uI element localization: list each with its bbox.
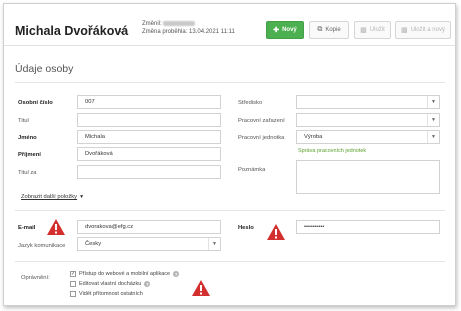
floppy-icon: ▩ bbox=[360, 27, 367, 34]
help-icon[interactable]: ? bbox=[173, 271, 180, 277]
permission-edit-attendance-label: Editovat vlastní docházku bbox=[79, 281, 142, 287]
person-detail-window: Michala Dvořáková ⌄ Změnil: Změna proběh… bbox=[3, 3, 456, 306]
permission-web-mobile[interactable]: ✓ Přístup do webové a mobilní aplikace ? bbox=[70, 271, 180, 277]
personal-number-label: Osobní číslo bbox=[18, 100, 53, 106]
more-divider bbox=[15, 210, 445, 211]
save-new-button[interactable]: ▩ Uložit a nový bbox=[395, 21, 451, 39]
permission-web-mobile-label: Přístup do webové a mobilní aplikace bbox=[79, 271, 171, 277]
title-field[interactable] bbox=[77, 113, 221, 127]
unit-management-link[interactable]: Správa pracovních jednotek bbox=[298, 148, 366, 154]
save-new-button-label: Uložit a nový bbox=[410, 27, 445, 33]
chevron-down-icon: ▼ bbox=[427, 131, 439, 143]
copy-button-label: Kopie bbox=[325, 27, 341, 33]
permission-see-presence[interactable]: Vidět přítomnost ostatních bbox=[70, 291, 143, 297]
changed-date: Změna proběhla: 13.04.2021 11:11 bbox=[142, 29, 235, 35]
unit-select[interactable]: Výroba ▼ bbox=[296, 130, 440, 144]
unit-value: Výroba bbox=[304, 134, 323, 140]
position-label: Pracovní zařazení bbox=[238, 118, 285, 124]
language-label: Jazyk komunikace bbox=[18, 243, 66, 249]
show-more-items-label: Zobrazit další položky bbox=[21, 194, 78, 200]
chevron-down-icon: ▼ bbox=[427, 114, 439, 126]
save-button[interactable]: ▩ Uložit bbox=[354, 21, 391, 39]
section-title: Údaje osoby bbox=[15, 63, 74, 75]
chevron-down-icon: ▼ bbox=[208, 238, 220, 250]
chevron-down-icon: ▼ bbox=[427, 96, 439, 108]
password-field[interactable]: •••••••••• bbox=[296, 220, 440, 234]
email-label: E-mail bbox=[18, 225, 36, 231]
first-name-label: Jméno bbox=[18, 135, 37, 141]
help-icon[interactable]: ? bbox=[144, 281, 151, 287]
surname-label: Příjmení bbox=[18, 152, 41, 158]
checkbox-unchecked[interactable] bbox=[70, 281, 76, 287]
chevron-down-icon[interactable]: ⌄ bbox=[118, 25, 126, 36]
person-name: Michala Dvořáková bbox=[15, 24, 129, 38]
password-label: Heslo bbox=[238, 225, 254, 231]
show-more-items-link[interactable]: Zobrazit další položky ▼ bbox=[21, 194, 84, 200]
unit-label: Pracovní jednotka bbox=[238, 135, 285, 141]
copy-icon: ⧉ bbox=[317, 26, 323, 33]
caret-down-icon: ▼ bbox=[79, 194, 85, 200]
changed-by-label: Změnil: bbox=[142, 21, 162, 27]
email-field[interactable]: dvorakova@efg.cz bbox=[77, 220, 221, 234]
permissions-label: Oprávnění: bbox=[21, 275, 50, 281]
section-divider bbox=[15, 82, 445, 83]
permissions-divider bbox=[15, 261, 445, 262]
permission-edit-attendance[interactable]: Editovat vlastní docházku ? bbox=[70, 281, 151, 287]
save-button-label: Uložit bbox=[369, 27, 385, 33]
new-button-label: Nový bbox=[282, 27, 297, 33]
title-after-field[interactable] bbox=[77, 165, 221, 179]
new-button[interactable]: ✚ Nový bbox=[266, 21, 304, 39]
note-label: Poznámka bbox=[238, 167, 266, 173]
language-select[interactable]: Česky ▼ bbox=[77, 237, 221, 251]
copy-button[interactable]: ⧉ Kopie bbox=[309, 21, 349, 39]
language-value: Česky bbox=[85, 241, 102, 247]
header-bar: Michala Dvořáková ⌄ Změnil: Změna proběh… bbox=[4, 4, 455, 46]
password-value: •••••••••• bbox=[304, 224, 325, 230]
center-label: Středisko bbox=[238, 100, 263, 106]
plus-icon: ✚ bbox=[273, 27, 280, 34]
checkbox-checked[interactable]: ✓ bbox=[70, 271, 76, 277]
title-after-label: Titul za bbox=[18, 170, 37, 176]
change-info: Změnil: Změna proběhla: 13.04.2021 11:11 bbox=[142, 20, 235, 36]
changed-by-redacted bbox=[163, 20, 196, 26]
permission-see-presence-label: Vidět přítomnost ostatních bbox=[79, 291, 143, 297]
personal-number-value: 007 bbox=[85, 99, 95, 105]
center-select[interactable]: ▼ bbox=[296, 95, 440, 109]
floppy-plus-icon: ▩ bbox=[401, 27, 408, 34]
position-select[interactable]: ▼ bbox=[296, 113, 440, 127]
first-name-value: Michala bbox=[85, 134, 105, 140]
note-textarea[interactable] bbox=[296, 160, 440, 194]
email-value: dvorakova@efg.cz bbox=[85, 224, 134, 230]
title-label: Titul bbox=[18, 118, 29, 124]
first-name-field[interactable]: Michala bbox=[77, 130, 221, 144]
surname-field[interactable]: Dvořáková bbox=[77, 147, 221, 161]
checkbox-unchecked[interactable] bbox=[70, 291, 76, 297]
personal-number-field[interactable]: 007 bbox=[77, 95, 221, 109]
surname-value: Dvořáková bbox=[85, 151, 113, 157]
